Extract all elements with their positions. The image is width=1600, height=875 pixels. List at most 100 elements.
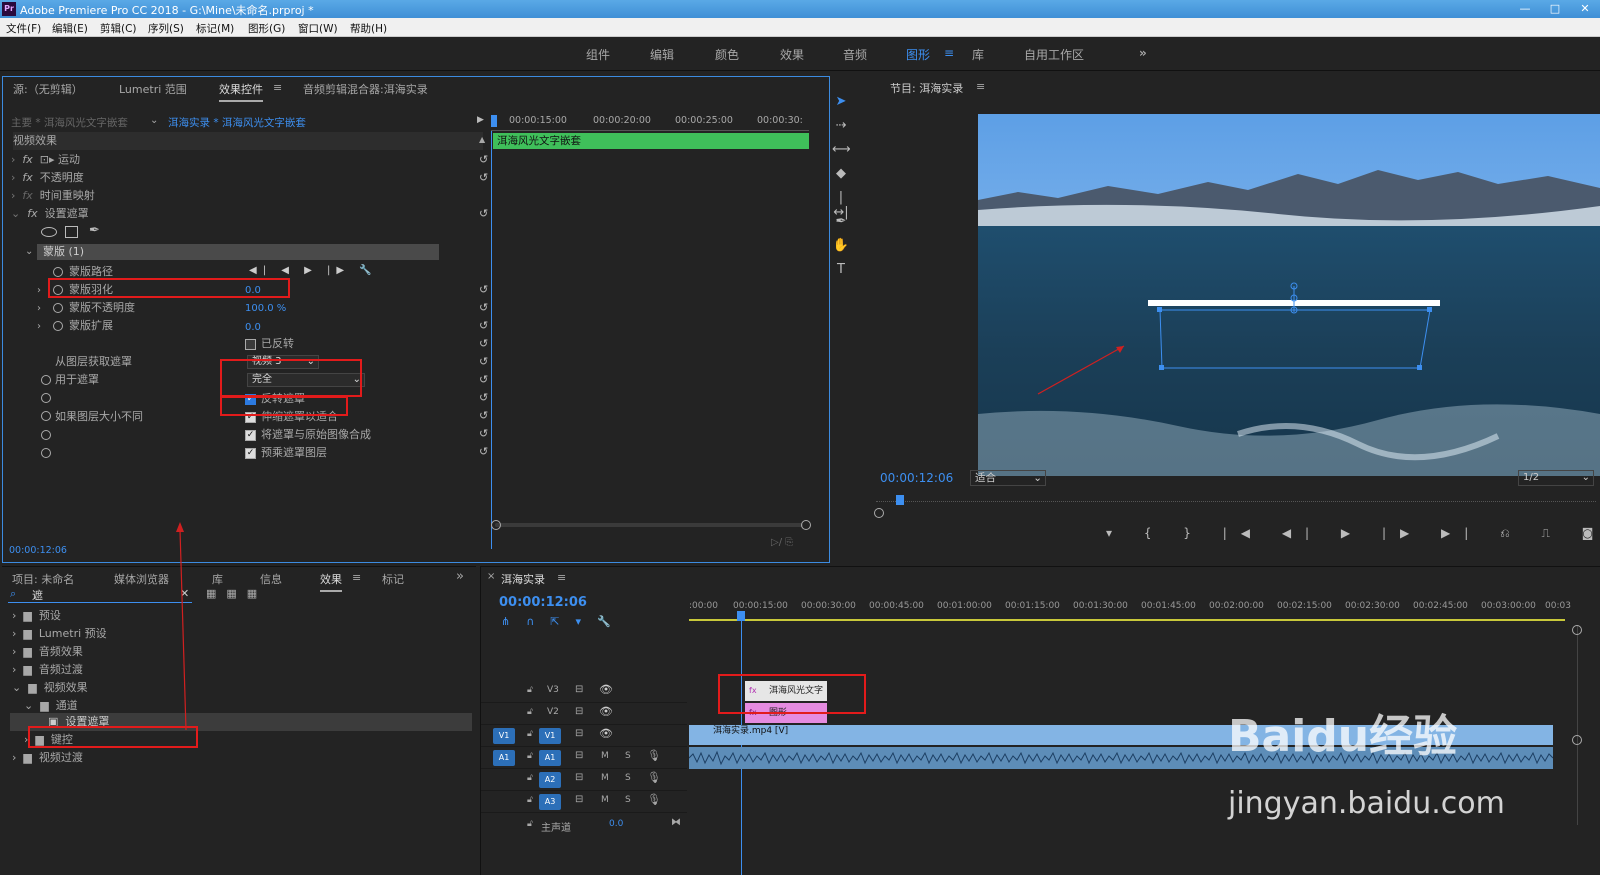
sync-icon[interactable]: ⊟ <box>575 750 583 761</box>
track-target-a1[interactable]: A1 <box>539 750 561 766</box>
tree-item[interactable]: › ▆ 预设 <box>12 607 61 625</box>
menu-clip[interactable]: 剪辑(C) <box>100 21 137 36</box>
stopwatch-icon[interactable] <box>53 321 63 331</box>
tab-effects[interactable]: 效果 <box>320 571 342 592</box>
microphone-icon[interactable]: 🎙︎ <box>647 749 661 762</box>
track-target-a3[interactable]: A3 <box>539 794 561 810</box>
tab-source[interactable]: 源:（无剪辑） <box>13 81 83 97</box>
ellipse-mask-icon[interactable] <box>41 227 57 237</box>
workspace-audio[interactable]: 音频 <box>843 46 867 63</box>
scroll-handle[interactable] <box>874 508 884 518</box>
tab-menu-icon[interactable]: ≡ <box>273 81 282 94</box>
reset-icon[interactable]: ↺ <box>479 171 821 184</box>
track-header-v2[interactable]: 🔓︎ V2 ⊟ 👁︎ <box>481 703 687 725</box>
ripple-edit-tool-icon[interactable]: ⟷ <box>832 142 851 157</box>
mask-expansion-value[interactable]: 0.0 <box>245 319 261 337</box>
effect-set-matte[interactable]: ⌄ fx 设置遮罩 <box>11 205 89 223</box>
expand-arrow-icon[interactable]: › <box>37 303 41 314</box>
panel-menu-icon[interactable]: ≡ <box>557 571 566 584</box>
menu-edit[interactable]: 编辑(E) <box>52 21 88 36</box>
stopwatch-icon[interactable] <box>41 375 51 385</box>
track-header-a1[interactable]: A1 🔓︎ A1 ⊟ M S 🎙︎ <box>481 747 687 769</box>
expand-arrow-icon[interactable]: › <box>37 285 41 296</box>
track-target-a2[interactable]: A2 <box>539 772 561 788</box>
sequence-tab[interactable]: 洱海实录 <box>501 571 545 587</box>
mute-button[interactable]: M <box>601 795 609 805</box>
tree-item[interactable]: ⌄ ▆ 视频效果 <box>12 679 88 697</box>
mask-path-controls[interactable]: ◀| ◀ ▶ |▶ 🔧 <box>249 265 378 276</box>
scroll-handle[interactable] <box>491 520 501 530</box>
lock-icon[interactable]: 🔓︎ <box>527 685 533 695</box>
tree-item[interactable]: › ▆ 音频效果 <box>12 643 83 661</box>
track-target-v1[interactable]: V1 <box>539 728 561 744</box>
stopwatch-icon[interactable] <box>53 267 63 277</box>
close-tab-icon[interactable]: × <box>487 571 495 582</box>
timeline-tool-icons[interactable]: ⋔∩⇱▾🔧 <box>501 615 627 628</box>
fit-select[interactable]: 适合 ⌄ <box>970 470 1046 486</box>
mask-opacity-value[interactable]: 100.0 % <box>245 300 286 318</box>
program-timecode[interactable]: 00:00:12:06 <box>880 471 953 485</box>
collapse-arrow-icon[interactable]: ▲ <box>479 135 485 144</box>
solo-button[interactable]: S <box>625 751 631 761</box>
mask-expand-arrow[interactable]: ⌄ <box>25 244 33 260</box>
scroll-handle[interactable] <box>801 520 811 530</box>
stopwatch-icon[interactable] <box>41 430 51 440</box>
eye-icon[interactable]: 👁︎ <box>599 705 613 718</box>
tab-markers[interactable]: 标记 <box>382 571 404 587</box>
source-patch-a1[interactable]: A1 <box>493 750 515 766</box>
pen-tool-icon[interactable]: ✒ <box>832 214 850 229</box>
tree-item[interactable]: › ▆ 音频过渡 <box>12 661 83 679</box>
minimize-button[interactable]: — <box>1510 0 1540 18</box>
more-workspaces-icon[interactable]: » <box>1139 46 1147 60</box>
menu-marker[interactable]: 标记(M) <box>196 21 234 36</box>
menu-graphics[interactable]: 图形(G) <box>248 21 285 36</box>
timeline-ruler[interactable]: :00:00 00:00:15:00 00:00:30:00 00:00:45:… <box>689 597 1571 619</box>
tab-audio-clip-mixer[interactable]: 音频剪辑混合器:洱海实录 <box>303 81 428 97</box>
lock-icon[interactable]: 🔓︎ <box>527 819 533 829</box>
track-header-v3[interactable]: 🔓︎ V3 ⊟ 👁︎ <box>481 681 687 703</box>
track-header-a2[interactable]: 🔓︎ A2 ⊟ M S 🎙︎ <box>481 769 687 791</box>
ec-playhead[interactable] <box>491 115 497 127</box>
reset-icon[interactable]: ↺ <box>479 153 821 166</box>
scroll-handle[interactable] <box>1572 735 1582 745</box>
ec-clip-bar[interactable]: 洱海风光文字嵌套 <box>493 133 809 149</box>
microphone-icon[interactable]: 🎙︎ <box>647 771 661 784</box>
more-tabs-icon[interactable]: » <box>456 569 464 584</box>
program-time-ruler[interactable] <box>876 494 1596 502</box>
tree-item[interactable]: › ▆ Lumetri 预设 <box>12 625 107 643</box>
tree-item[interactable]: › ▆ 视频过渡 <box>12 749 83 767</box>
transport-controls[interactable]: ▾ { } |◀ ◀| ▶ |▶ ▶| ⎌ ⎍ ◙ <box>1106 526 1600 541</box>
expand-arrow-icon[interactable]: › <box>37 321 41 332</box>
timeline-playhead[interactable] <box>737 611 745 621</box>
eye-icon[interactable]: 👁︎ <box>599 727 613 740</box>
hand-tool-icon[interactable]: ✋ <box>832 238 850 253</box>
reset-icon[interactable]: ↺ <box>479 373 821 386</box>
close-button[interactable]: ✕ <box>1570 0 1600 18</box>
selected-clip-label[interactable]: 洱海实录 * 洱海风光文字嵌套 <box>168 115 306 130</box>
tab-lumetri-scopes[interactable]: Lumetri 范围 <box>119 81 187 97</box>
lock-icon[interactable]: 🔓︎ <box>527 751 533 761</box>
ec-time-ruler[interactable]: 00:00:15:00 00:00:20:00 00:00:25:00 00:0… <box>491 109 809 131</box>
rectangle-mask-icon[interactable] <box>65 226 78 238</box>
export-icons[interactable]: ▷/ ⎘ <box>771 537 793 548</box>
track-select-tool-icon[interactable]: ⇢ <box>832 118 850 133</box>
sync-icon[interactable]: ⊟ <box>575 794 583 805</box>
maximize-button[interactable]: □ <box>1540 0 1570 18</box>
resolution-select[interactable]: 1/2 ⌄ <box>1518 470 1594 486</box>
selection-tool-icon[interactable]: ➤ <box>832 94 850 109</box>
composite-matte-checkbox[interactable]: ✓ <box>245 430 256 441</box>
workspace-effects[interactable]: 效果 <box>780 46 804 63</box>
sync-icon[interactable]: ⊟ <box>575 772 583 783</box>
reset-icon[interactable]: ↺ <box>479 409 821 422</box>
panel-menu-icon[interactable]: ≡ <box>976 80 985 93</box>
eye-icon[interactable]: 👁︎ <box>599 683 613 696</box>
effect-motion[interactable]: › fx ⊡▸ 运动 <box>11 151 80 169</box>
effects-search-input[interactable]: ⌕ 遮 ✕ <box>8 585 192 603</box>
vertical-scrollbar[interactable] <box>1577 625 1578 825</box>
lock-icon[interactable]: 🔓︎ <box>527 729 533 739</box>
filter-buttons[interactable]: ▦▦▦ <box>206 587 267 600</box>
workspace-libraries[interactable]: 库 <box>972 46 984 63</box>
type-tool-icon[interactable]: T <box>832 262 850 277</box>
timeline-timecode[interactable]: 00:00:12:06 <box>499 595 587 610</box>
reset-icon[interactable]: ↺ <box>479 427 821 440</box>
